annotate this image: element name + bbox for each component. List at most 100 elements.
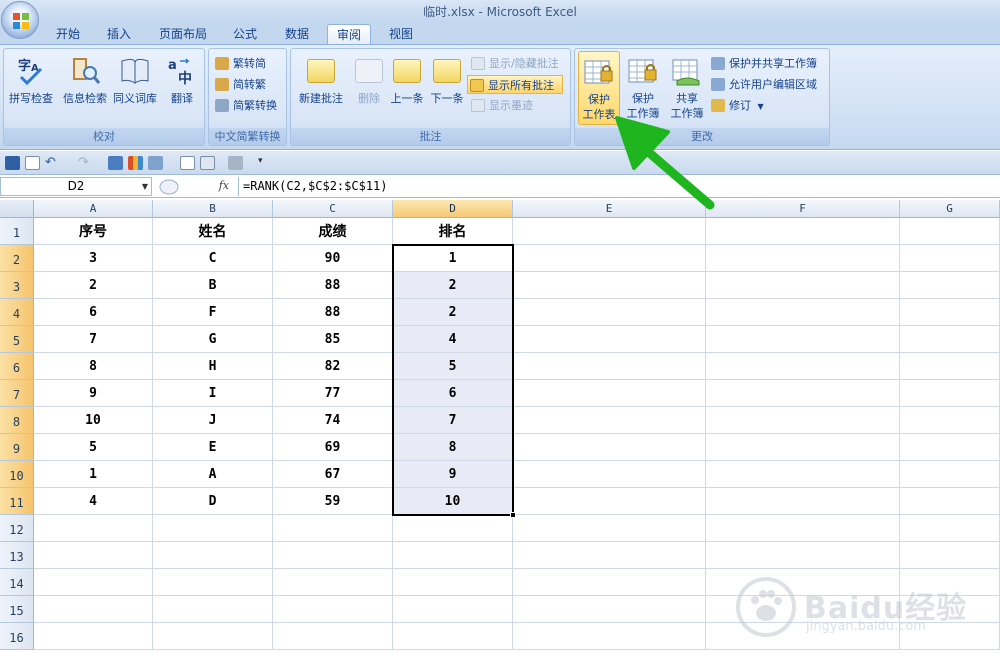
cell-a10[interactable]: 1	[34, 461, 153, 488]
cell-e1[interactable]	[513, 218, 706, 245]
cell-c9[interactable]: 69	[273, 434, 393, 461]
cell-a1[interactable]: 序号	[34, 218, 153, 245]
cell-d13[interactable]	[393, 542, 513, 569]
cell-a7[interactable]: 9	[34, 380, 153, 407]
cell-b13[interactable]	[153, 542, 273, 569]
cell-b3[interactable]: B	[153, 272, 273, 299]
row-header-16[interactable]: 16	[0, 623, 34, 650]
tab-formulas[interactable]: 公式	[225, 24, 265, 44]
protect-sheet-button[interactable]: 保护 工作表	[578, 51, 620, 125]
cell-a5[interactable]: 7	[34, 326, 153, 353]
cell-b6[interactable]: H	[153, 353, 273, 380]
cell-b11[interactable]: D	[153, 488, 273, 515]
column-header-c[interactable]: C	[273, 200, 393, 218]
save-icon[interactable]	[5, 156, 20, 170]
cell-e13[interactable]	[513, 542, 706, 569]
cell-e3[interactable]	[513, 272, 706, 299]
cell-d5[interactable]: 4	[393, 326, 513, 353]
row-header-9[interactable]: 9	[0, 434, 34, 461]
cell-g6[interactable]	[900, 353, 1000, 380]
cell-d14[interactable]	[393, 569, 513, 596]
formula-input[interactable]: =RANK(C2,$C$2:$C$11)	[238, 177, 1000, 196]
show-hide-comment-button[interactable]: 显示/隐藏批注	[469, 54, 559, 73]
tab-home[interactable]: 开始	[48, 24, 88, 44]
cell-e12[interactable]	[513, 515, 706, 542]
row-header-8[interactable]: 8	[0, 407, 34, 434]
row-header-3[interactable]: 3	[0, 272, 34, 299]
row-header-10[interactable]: 10	[0, 461, 34, 488]
cell-d3[interactable]: 2	[393, 272, 513, 299]
cell-c1[interactable]: 成绩	[273, 218, 393, 245]
column-header-a[interactable]: A	[34, 200, 153, 218]
tab-data[interactable]: 数据	[277, 24, 317, 44]
cell-f4[interactable]	[706, 299, 900, 326]
office-button[interactable]	[1, 1, 39, 39]
tools-icon[interactable]	[228, 156, 243, 170]
cell-c13[interactable]	[273, 542, 393, 569]
tab-page-layout[interactable]: 页面布局	[151, 24, 215, 44]
new-file-icon[interactable]	[25, 156, 40, 170]
cell-g9[interactable]	[900, 434, 1000, 461]
cell-g5[interactable]	[900, 326, 1000, 353]
chinese-convert-button[interactable]: 简繁转换	[213, 96, 277, 115]
row-header-2[interactable]: 2	[0, 245, 34, 272]
cell-f9[interactable]	[706, 434, 900, 461]
research-button[interactable]: 信息检索	[60, 51, 110, 127]
translate-button[interactable]: a中 翻译	[160, 51, 204, 127]
cell-d11[interactable]: 10	[393, 488, 513, 515]
cell-e16[interactable]	[513, 623, 706, 650]
cell-a16[interactable]	[34, 623, 153, 650]
cell-b5[interactable]: G	[153, 326, 273, 353]
cell-f12[interactable]	[706, 515, 900, 542]
cell-e9[interactable]	[513, 434, 706, 461]
show-all-comments-button[interactable]: 显示所有批注	[467, 75, 563, 94]
cell-e6[interactable]	[513, 353, 706, 380]
cell-c12[interactable]	[273, 515, 393, 542]
to-simplified-button[interactable]: 繁转简	[213, 54, 266, 73]
column-header-f[interactable]: F	[706, 200, 900, 218]
cell-g11[interactable]	[900, 488, 1000, 515]
cell-d9[interactable]: 8	[393, 434, 513, 461]
row-header-7[interactable]: 7	[0, 380, 34, 407]
cell-e4[interactable]	[513, 299, 706, 326]
cell-b8[interactable]: J	[153, 407, 273, 434]
select-all-corner[interactable]	[0, 200, 34, 218]
cell-b12[interactable]	[153, 515, 273, 542]
cell-e10[interactable]	[513, 461, 706, 488]
cell-a6[interactable]: 8	[34, 353, 153, 380]
cell-e5[interactable]	[513, 326, 706, 353]
cell-c15[interactable]	[273, 596, 393, 623]
cell-a9[interactable]: 5	[34, 434, 153, 461]
show-ink-button[interactable]: 显示墨迹	[469, 96, 533, 115]
cell-g12[interactable]	[900, 515, 1000, 542]
row-header-6[interactable]: 6	[0, 353, 34, 380]
cell-a3[interactable]: 2	[34, 272, 153, 299]
cell-g13[interactable]	[900, 542, 1000, 569]
prev-comment-button[interactable]: 上一条	[387, 51, 427, 127]
to-traditional-button[interactable]: 简转繁	[213, 75, 266, 94]
format-painter-icon[interactable]	[108, 156, 123, 170]
cell-e15[interactable]	[513, 596, 706, 623]
form-icon[interactable]	[180, 156, 195, 170]
name-box-dropdown-icon[interactable]: ▼	[142, 178, 148, 195]
cell-c5[interactable]: 85	[273, 326, 393, 353]
cell-c7[interactable]: 77	[273, 380, 393, 407]
cell-e14[interactable]	[513, 569, 706, 596]
column-header-d[interactable]: D	[393, 200, 513, 218]
cell-e2[interactable]	[513, 245, 706, 272]
cell-g2[interactable]	[900, 245, 1000, 272]
redo-icon[interactable]: ↷	[78, 156, 96, 170]
cell-d16[interactable]	[393, 623, 513, 650]
spell-check-button[interactable]: 字A 拼写检查	[6, 51, 56, 127]
cell-f1[interactable]	[706, 218, 900, 245]
cell-f7[interactable]	[706, 380, 900, 407]
tab-review[interactable]: 审阅	[327, 24, 371, 44]
tab-insert[interactable]: 插入	[99, 24, 139, 44]
protect-share-button[interactable]: 保护并共享工作簿	[709, 54, 817, 73]
fill-handle[interactable]	[510, 512, 516, 518]
cell-b15[interactable]	[153, 596, 273, 623]
row-header-13[interactable]: 13	[0, 542, 34, 569]
cell-d6[interactable]: 5	[393, 353, 513, 380]
cell-c10[interactable]: 67	[273, 461, 393, 488]
row-header-5[interactable]: 5	[0, 326, 34, 353]
